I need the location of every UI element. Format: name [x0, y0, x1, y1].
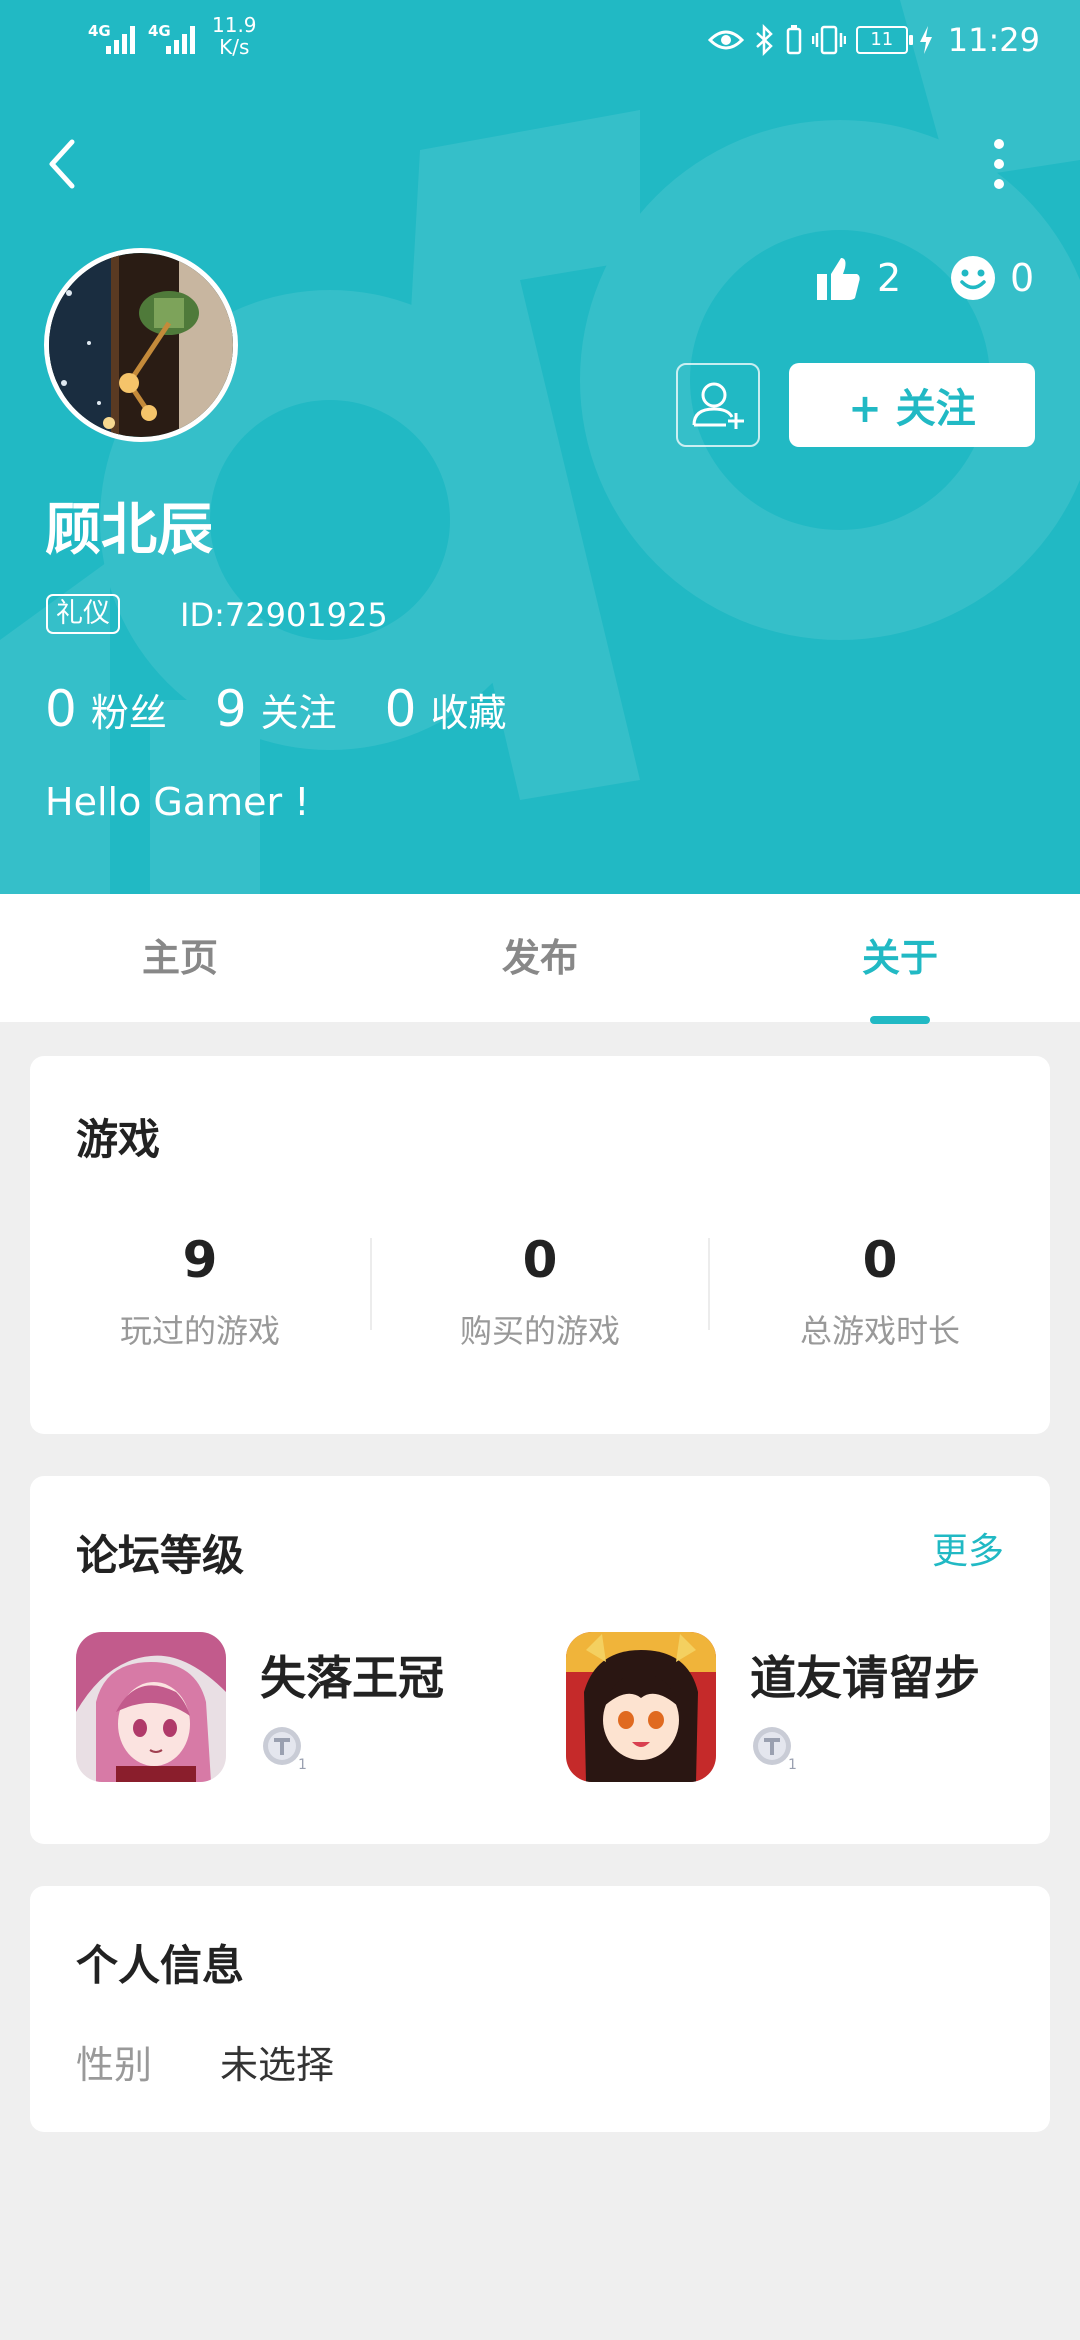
signal-bars-icon — [166, 26, 195, 54]
bio: Hello Gamer ! — [45, 780, 310, 824]
favorites-label: 收藏 — [430, 691, 507, 735]
status-bar: 4G 4G 11.9 K/s 11 11:29 — [0, 0, 1080, 80]
back-button[interactable] — [40, 134, 90, 194]
network-speed: 11.9 K/s — [212, 14, 257, 58]
game-icon-lost-crown — [76, 1632, 226, 1782]
etiquette-badge: 礼仪 — [46, 594, 120, 634]
more-vertical-icon — [994, 139, 1004, 189]
forum-level-card: 论坛等级 更多 失落王冠 1 道友请留步 1 — [30, 1476, 1050, 1844]
chevron-left-icon — [49, 139, 75, 189]
speed-unit: K/s — [219, 35, 250, 59]
played-games-label: 玩过的游戏 — [119, 1312, 280, 1350]
thumbs-up-icon — [817, 258, 860, 300]
following-label: 关注 — [260, 691, 337, 735]
tab-home[interactable]: 主页 — [0, 894, 360, 1022]
follow-button[interactable]: + 关注 — [789, 363, 1035, 447]
avatar[interactable] — [44, 248, 238, 442]
followers-stat[interactable]: 0 粉丝 — [45, 680, 167, 738]
add-friend-button[interactable] — [676, 363, 760, 447]
likes-count: 2 — [877, 256, 902, 300]
avatar-image — [49, 253, 233, 437]
personal-info-title: 个人信息 — [76, 1941, 245, 1990]
purchased-games-label: 购买的游戏 — [459, 1312, 620, 1350]
gender-label: 性别 — [76, 2043, 153, 2087]
vibrate-icon — [811, 25, 846, 55]
playtime-stat[interactable]: 0 总游戏时长 — [710, 1228, 1050, 1352]
games-card: 游戏 9 玩过的游戏 0 购买的游戏 0 总游戏时长 — [30, 1056, 1050, 1434]
level-number: 1 — [298, 1757, 307, 1772]
game-icon-daoyou — [566, 1632, 716, 1782]
forum-item-lost-crown[interactable]: 失落王冠 1 — [76, 1632, 536, 1782]
more-link[interactable]: 更多 — [932, 1522, 1004, 1574]
forum-name: 失落王冠 — [260, 1651, 444, 1705]
profile-tabs: 主页 发布 关于 — [0, 894, 1080, 1022]
favorites-count: 0 — [384, 680, 417, 738]
signal-bars-icon — [106, 26, 135, 54]
forum-item-daoyou[interactable]: 道友请留步 1 — [566, 1632, 1026, 1782]
tab-indicator — [870, 1016, 930, 1024]
level-badge-icon: 1 — [263, 1727, 307, 1772]
gender-value: 未选择 — [220, 2043, 335, 2087]
speed-value: 11.9 — [212, 13, 257, 37]
smiles-counter[interactable]: 0 — [950, 252, 1034, 304]
purchased-games-stat[interactable]: 0 购买的游戏 — [370, 1228, 710, 1352]
following-count: 9 — [214, 680, 247, 738]
purchased-games-count: 0 — [522, 1231, 558, 1289]
eye-icon — [707, 30, 744, 50]
battery-saver-icon — [786, 25, 802, 55]
playtime-label: 总游戏时长 — [799, 1312, 960, 1350]
favorites-stat[interactable]: 0 收藏 — [385, 680, 507, 738]
playtime-value: 0 — [862, 1231, 898, 1289]
likes-counter[interactable]: 2 — [815, 252, 901, 304]
forum-name: 道友请留步 — [750, 1651, 980, 1705]
following-stat[interactable]: 9 关注 — [215, 680, 337, 738]
social-stats: 0 粉丝 9 关注 0 收藏 — [45, 680, 554, 738]
profile-header: 4G 4G 11.9 K/s 11 11:29 2 0 + 关注 顾北辰 礼仪 … — [0, 0, 1080, 894]
clock: 11:29 — [947, 21, 1040, 59]
smiles-count: 0 — [1010, 256, 1035, 300]
forum-level-title: 论坛等级 — [76, 1531, 245, 1580]
watermark-logo — [0, 0, 1080, 894]
followers-label: 粉丝 — [90, 691, 167, 735]
played-games-stat[interactable]: 9 玩过的游戏 — [30, 1228, 370, 1352]
games-title: 游戏 — [76, 1115, 161, 1164]
level-number: 1 — [788, 1757, 797, 1772]
battery-level: 11 — [855, 26, 913, 54]
smiley-icon — [951, 256, 995, 300]
played-games-count: 9 — [182, 1231, 218, 1289]
add-user-icon — [692, 382, 744, 429]
level-badge-icon: 1 — [753, 1727, 797, 1772]
personal-info-card: 个人信息 性别 未选择 — [30, 1886, 1050, 2132]
bluetooth-icon — [755, 24, 773, 56]
tab-posts[interactable]: 发布 — [360, 894, 720, 1022]
followers-count: 0 — [45, 680, 77, 738]
more-options-button[interactable] — [984, 134, 1014, 194]
charging-icon — [919, 26, 932, 54]
user-id: ID:72901925 — [180, 596, 388, 634]
username: 顾北辰 — [45, 498, 213, 563]
tab-about[interactable]: 关于 — [720, 894, 1080, 1022]
status-right: 11 11:29 — [707, 18, 1040, 62]
